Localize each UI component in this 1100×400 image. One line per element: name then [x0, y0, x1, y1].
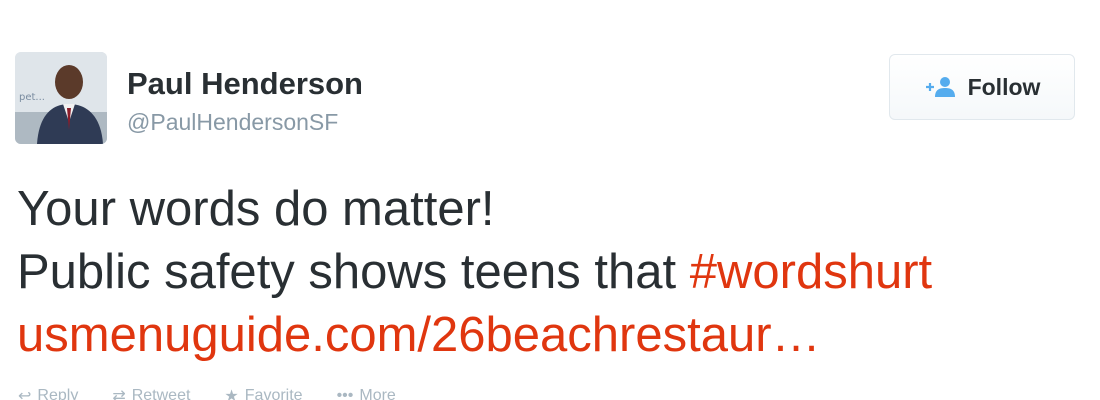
avatar-sign-text: pet... — [19, 92, 45, 103]
follow-label: Follow — [967, 73, 1041, 100]
retweet-action[interactable]: ⇄ Retweet — [112, 386, 190, 400]
tweet-line-1: Your words do matter! — [17, 182, 495, 236]
more-action[interactable]: ••• More — [337, 386, 396, 400]
tweet-actions: ↩ Reply ⇄ Retweet ★ Favorite ••• More — [18, 386, 396, 400]
favorite-action[interactable]: ★ Favorite — [224, 386, 302, 400]
retweet-icon: ⇄ — [112, 388, 126, 400]
add-person-icon — [924, 76, 958, 98]
follow-button[interactable]: Follow — [889, 54, 1075, 120]
tweet-line-2-text: Public safety shows teens that — [17, 245, 690, 299]
tweet-text: Your words do matter! Public safety show… — [17, 178, 1087, 367]
more-label: More — [359, 387, 396, 400]
hashtag-link[interactable]: #wordshurt — [690, 245, 932, 299]
user-handle[interactable]: @PaulHendersonSF — [127, 109, 338, 136]
star-icon: ★ — [224, 388, 239, 400]
favorite-label: Favorite — [244, 387, 303, 400]
retweet-label: Retweet — [131, 387, 191, 400]
avatar[interactable]: pet... — [15, 52, 107, 144]
reply-label: Reply — [37, 387, 79, 400]
user-name[interactable]: Paul Henderson — [127, 66, 363, 102]
reply-icon: ↩ — [18, 388, 32, 400]
tweet-line-2: Public safety shows teens that #wordshur… — [17, 241, 1087, 304]
url-link[interactable]: usmenuguide.com/26beachrestaur… — [17, 308, 821, 362]
tweet-line-3: usmenuguide.com/26beachrestaur… — [17, 304, 1087, 367]
tweet-card: pet... Paul Henderson @PaulHendersonSF F… — [0, 0, 1100, 400]
reply-action[interactable]: ↩ Reply — [18, 386, 78, 400]
tweet-header: pet... Paul Henderson @PaulHendersonSF F… — [15, 52, 1075, 144]
avatar-photo: pet... — [15, 52, 107, 144]
more-icon: ••• — [336, 387, 354, 400]
